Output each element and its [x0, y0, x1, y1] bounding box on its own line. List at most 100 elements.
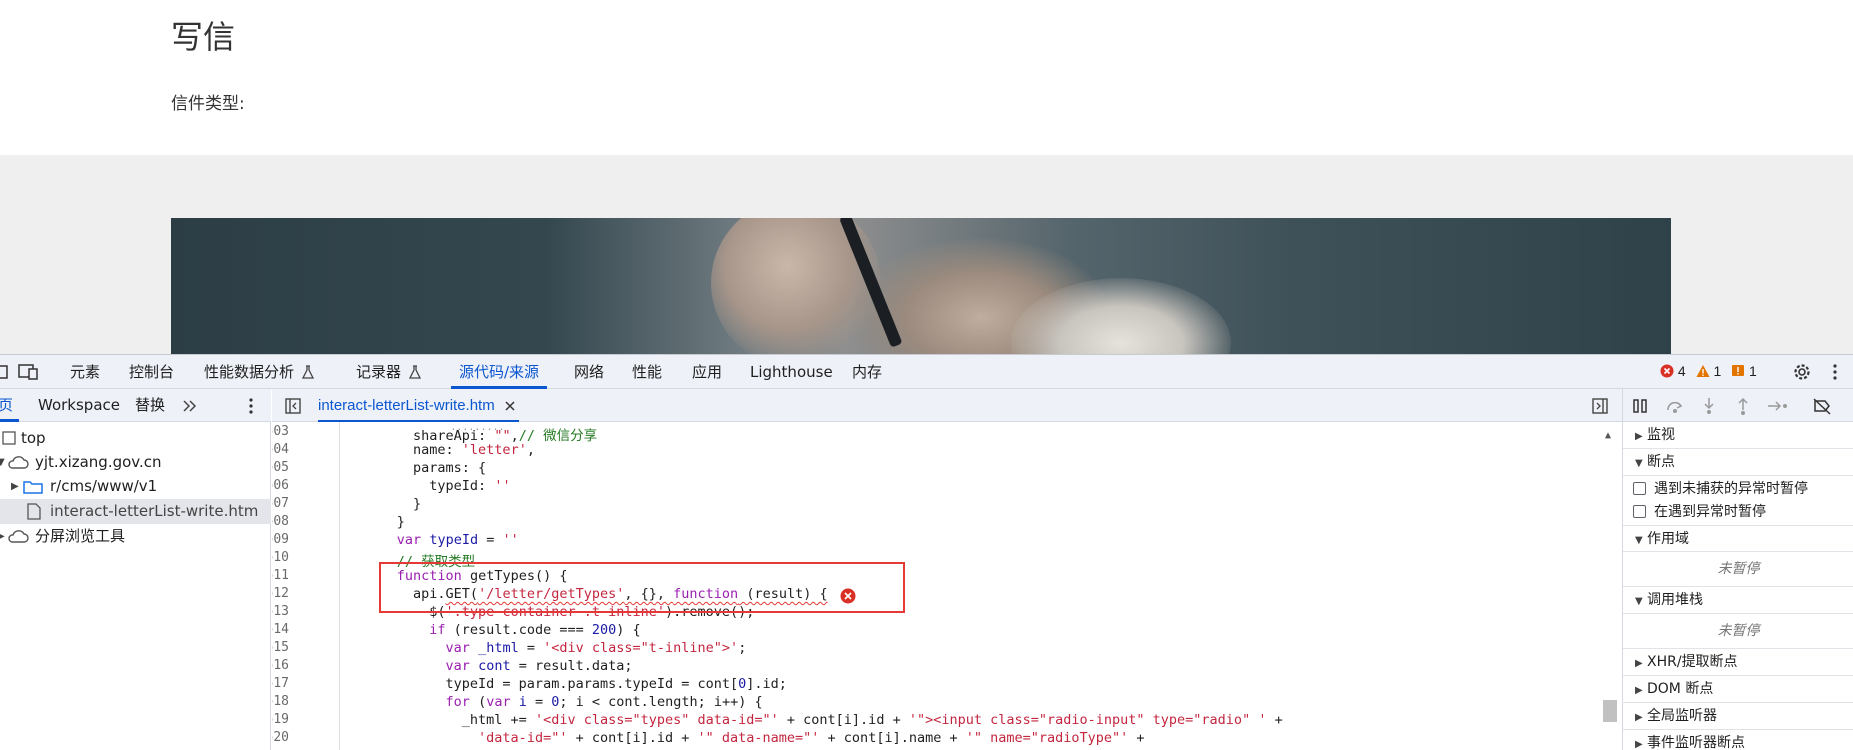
section-xhr-breakpoints[interactable]: ▶ XHR/提取断点	[1623, 649, 1853, 676]
step-into-icon[interactable]	[1702, 397, 1716, 415]
checkbox-label: 在遇到异常时暂停	[1654, 504, 1766, 520]
step-icon[interactable]	[1767, 399, 1789, 413]
scroll-up-arrow-icon[interactable]: ▲	[1605, 430, 1611, 441]
page-viewport: 写信 信件类型:	[0, 0, 1853, 354]
step-out-icon[interactable]	[1736, 397, 1750, 415]
line-number[interactable]: 505	[272, 460, 289, 475]
tab-performance[interactable]: 性能	[632, 355, 662, 389]
toggle-debugger-icon[interactable]	[1592, 398, 1608, 414]
line-gutter[interactable]: 503 504 505 506 507 508 509 510 511 512 513 514 515 5…	[272, 422, 340, 750]
device-toolbar-icon[interactable]	[18, 364, 40, 380]
line-number[interactable]: 508	[272, 514, 289, 529]
tab-performance-insights[interactable]: 性能数据分析	[204, 355, 294, 389]
line-number[interactable]: 516	[272, 658, 289, 673]
flask-icon	[302, 365, 314, 379]
tab-recorder[interactable]: 记录器	[356, 355, 401, 389]
code-editor: interact-letterList-write.htm 5035045055…	[272, 389, 1622, 750]
more-options-icon[interactable]	[1832, 363, 1838, 381]
tree-item-folder[interactable]: ▶ r/cms/www/v1	[0, 474, 271, 499]
expanded-arrow-icon[interactable]: ▼	[0, 450, 5, 475]
page-title: 写信	[171, 18, 236, 56]
toggle-navigator-icon[interactable]	[285, 398, 301, 414]
editor-scrollbar[interactable]: ▲	[1602, 430, 1618, 750]
section-breakpoints[interactable]: ▼ 断点	[1623, 449, 1853, 476]
section-watch[interactable]: ▶ 监视	[1623, 422, 1853, 449]
line-number[interactable]: 513	[272, 604, 289, 619]
file-tab[interactable]: interact-letterList-write.htm	[318, 389, 519, 422]
issues-counter[interactable]: 4 1 1	[1660, 363, 1757, 381]
tab-elements[interactable]: 元素	[70, 355, 100, 389]
scrollbar-thumb[interactable]	[1603, 700, 1617, 722]
checkbox[interactable]	[1633, 505, 1646, 518]
line-number[interactable]: 512	[272, 586, 289, 601]
section-call-stack[interactable]: ▼ 调用堆栈	[1623, 587, 1853, 614]
checkbox[interactable]	[1633, 482, 1646, 495]
code-line-516: var cont = result.data;	[445, 658, 633, 674]
collapsed-arrow-icon: ▶	[1635, 739, 1643, 750]
section-event-listener-breakpoints[interactable]: ▶ 事件监听器断点	[1623, 730, 1853, 750]
section-label: 事件监听器断点	[1647, 735, 1745, 750]
code-area[interactable]: 503 504 505 506 507 508 509 510 511 512 513 514 515 5…	[272, 422, 1622, 750]
section-label: 监视	[1647, 427, 1675, 443]
collapsed-arrow-icon: ▶	[1635, 712, 1643, 723]
tab-workspace[interactable]: Workspace	[38, 389, 120, 422]
tree-label: interact-letterList-write.htm	[50, 502, 259, 520]
line-number[interactable]: 507	[272, 496, 289, 511]
section-label: DOM 断点	[1647, 681, 1714, 697]
editor-tabbar: interact-letterList-write.htm	[272, 389, 1622, 422]
collapsed-arrow-icon[interactable]: ▶	[0, 524, 5, 549]
tab-network[interactable]: 网络	[574, 355, 604, 389]
line-number[interactable]: 520	[272, 730, 289, 745]
line-number[interactable]: 509	[272, 532, 289, 547]
inspect-element-icon[interactable]	[0, 365, 8, 379]
letter-type-label: 信件类型:	[171, 94, 245, 114]
line-number[interactable]: 514	[272, 622, 289, 637]
warning-icon	[1696, 365, 1710, 377]
line-number[interactable]: 519	[272, 712, 289, 727]
more-tabs-chevron-icon[interactable]	[182, 400, 198, 412]
banner-image	[171, 218, 1671, 354]
frame-icon	[2, 431, 16, 445]
close-icon[interactable]	[505, 401, 515, 411]
navigator-more-icon[interactable]	[248, 397, 254, 415]
line-number[interactable]: 511	[272, 568, 289, 583]
tab-console[interactable]: 控制台	[129, 355, 174, 389]
section-scope[interactable]: ▼ 作用域	[1623, 525, 1853, 552]
tab-overrides[interactable]: 替换	[135, 389, 165, 422]
error-count: 4	[1677, 363, 1686, 379]
section-global-listeners[interactable]: ▶ 全局监听器	[1623, 703, 1853, 730]
step-over-icon[interactable]	[1666, 398, 1684, 414]
collapsed-arrow-icon[interactable]: ▶	[11, 474, 19, 499]
line-number[interactable]: 510	[272, 550, 289, 565]
tree-label: top	[21, 429, 46, 447]
tab-lighthouse[interactable]: Lighthouse	[750, 355, 833, 389]
line-number[interactable]: 503	[272, 424, 289, 439]
folder-icon	[23, 481, 43, 494]
tree-item-split-view[interactable]: ▶ 分屏浏览工具	[0, 524, 271, 549]
section-label: 断点	[1647, 454, 1675, 470]
line-number[interactable]: 517	[272, 676, 289, 691]
collapsed-arrow-icon: ▶	[1635, 658, 1643, 669]
tab-page[interactable]: 页	[0, 389, 20, 422]
line-number[interactable]: 504	[272, 442, 289, 457]
navigator-tabbar: 页 Workspace 替换	[0, 389, 271, 422]
tree-item-top[interactable]: top	[0, 426, 271, 451]
tab-sources[interactable]: 源代码/来源	[451, 355, 548, 389]
tab-memory[interactable]: 内存	[852, 355, 882, 389]
issue-icon	[1732, 365, 1745, 376]
section-label: 调用堆栈	[1647, 592, 1703, 608]
cloud-icon	[8, 456, 29, 469]
tree-item-domain[interactable]: ▼ yjt.xizang.gov.cn	[0, 450, 271, 475]
settings-gear-icon[interactable]	[1792, 362, 1812, 382]
line-number[interactable]: 515	[272, 640, 289, 655]
tab-application[interactable]: 应用	[692, 355, 722, 389]
deactivate-breakpoints-icon[interactable]	[1812, 397, 1832, 415]
line-number[interactable]: 518	[272, 694, 289, 709]
debugger-sidebar: ▶ 监视 ▼ 断点 遇到未捕获的异常时暂停 在遇到异常时暂停 ▼ 作用域 未暂停 ▼ 调…	[1622, 389, 1853, 750]
pause-uncaught-checkbox[interactable]: 遇到未捕获的异常时暂停	[1633, 477, 1808, 501]
line-number[interactable]: 506	[272, 478, 289, 493]
pause-resume-icon[interactable]	[1632, 398, 1648, 414]
pause-caught-checkbox[interactable]: 在遇到异常时暂停	[1633, 500, 1766, 524]
section-dom-breakpoints[interactable]: ▶ DOM 断点	[1623, 676, 1853, 703]
tree-item-file[interactable]: interact-letterList-write.htm	[0, 499, 271, 524]
